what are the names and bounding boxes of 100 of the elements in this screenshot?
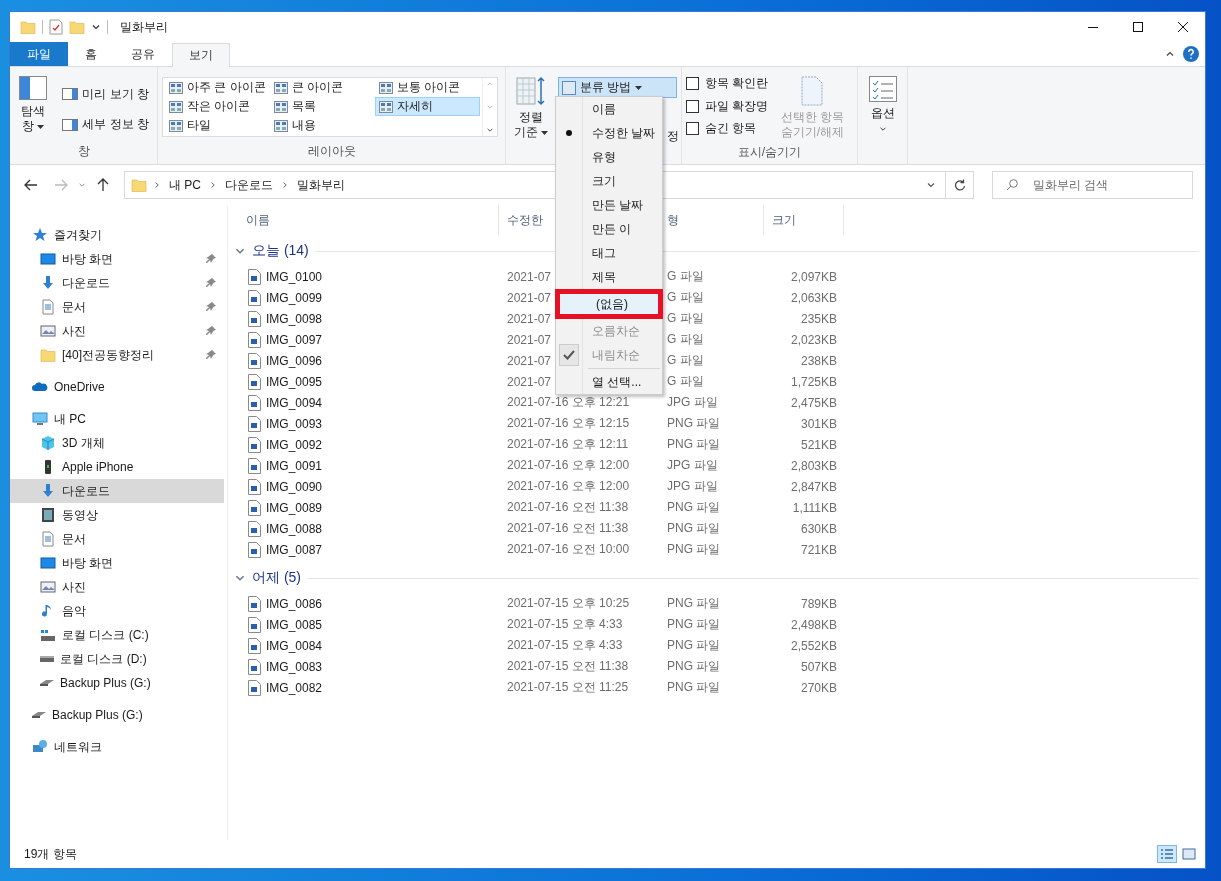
layout-option[interactable]: 아주 큰 아이콘 bbox=[165, 78, 270, 97]
file-name[interactable]: IMG_0090 bbox=[228, 478, 499, 495]
file-name[interactable]: IMG_0086 bbox=[228, 595, 499, 612]
sidebar-item[interactable]: 다운로드 bbox=[10, 271, 224, 295]
breadcrumb[interactable]: 내 PC bbox=[167, 176, 203, 194]
sidebar-item[interactable]: [40]전공동향정리 bbox=[10, 343, 224, 367]
sidebar-item[interactable]: 네트워크 bbox=[10, 735, 224, 759]
column-header[interactable]: 크기 bbox=[764, 205, 844, 235]
layout-option[interactable]: 큰 아이콘 bbox=[270, 78, 375, 97]
file-name[interactable]: IMG_0100 bbox=[228, 268, 499, 285]
sidebar-item[interactable]: Backup Plus (G:) bbox=[10, 671, 224, 695]
layout-option[interactable]: 목록 bbox=[270, 97, 375, 116]
file-name[interactable]: IMG_0097 bbox=[228, 331, 499, 348]
date-cell: 2021-07-16 오전 11:38 bbox=[507, 499, 629, 516]
file-name[interactable]: IMG_0087 bbox=[228, 541, 499, 558]
type-cell: PNG 파일 bbox=[667, 595, 721, 612]
view-toggle-button[interactable] bbox=[1179, 845, 1199, 863]
up-arrow-icon bbox=[97, 178, 109, 192]
sidebar-item[interactable]: 다운로드 bbox=[10, 479, 224, 503]
ribbon-tab[interactable]: 공유 bbox=[114, 42, 172, 66]
type-cell: G 파일 bbox=[667, 373, 704, 390]
sidebar-item[interactable]: 바탕 화면 bbox=[10, 247, 224, 271]
checkbox[interactable]: 파일 확장명 bbox=[686, 97, 769, 115]
layout-option[interactable]: 타일 bbox=[165, 116, 270, 135]
file-name[interactable]: IMG_0085 bbox=[228, 616, 499, 633]
file-name[interactable]: IMG_0083 bbox=[228, 658, 499, 675]
pane-icon bbox=[19, 76, 48, 100]
date-cell: 2021-07 bbox=[507, 290, 552, 305]
group-by-button[interactable]: 분류 방법 bbox=[558, 77, 677, 98]
options-button[interactable]: 옵션 bbox=[862, 73, 903, 136]
breadcrumb[interactable]: 밀화부리 bbox=[295, 176, 347, 194]
menu-item[interactable]: 유형 bbox=[556, 145, 662, 169]
sidebar-item[interactable]: 문서 bbox=[10, 527, 224, 551]
date-cell: 2021-07-16 오전 11:38 bbox=[507, 520, 629, 537]
sidebar-item[interactable]: 로컬 디스크 (D:) bbox=[10, 647, 224, 671]
ribbon-tab[interactable]: 홈 bbox=[68, 42, 114, 66]
back-arrow-icon bbox=[24, 179, 38, 191]
date-cell: 2021-07 bbox=[507, 374, 552, 389]
checkbox[interactable]: 숨긴 항목 bbox=[686, 120, 769, 137]
hidden-file-icon bbox=[801, 76, 824, 106]
layout-option[interactable]: 작은 아이콘 bbox=[165, 97, 270, 116]
group-title[interactable]: 오늘 (14) bbox=[252, 242, 309, 260]
ribbon-tab[interactable]: 보기 bbox=[172, 43, 230, 67]
file-name[interactable]: IMG_0084 bbox=[228, 637, 499, 654]
file-name[interactable]: IMG_0099 bbox=[228, 289, 499, 306]
file-name[interactable]: IMG_0096 bbox=[228, 352, 499, 369]
checkbox[interactable]: 항목 확인란 bbox=[686, 75, 769, 92]
size-cell: 2,023KB bbox=[790, 332, 837, 347]
sidebar-item[interactable]: 문서 bbox=[10, 295, 224, 319]
view-icon bbox=[379, 100, 393, 113]
date-cell: 2021-07 bbox=[507, 332, 552, 347]
menu-item[interactable]: 제목 bbox=[556, 265, 662, 289]
file-name[interactable]: IMG_0088 bbox=[228, 520, 499, 537]
layout-option[interactable]: 자세히 bbox=[375, 97, 480, 116]
breadcrumb[interactable]: 다운로드 bbox=[223, 176, 275, 194]
sidebar-item[interactable]: 사진 bbox=[10, 575, 224, 599]
menu-item[interactable]: 만든 이 bbox=[556, 217, 662, 241]
help-icon[interactable] bbox=[1183, 46, 1199, 62]
options-icon bbox=[868, 76, 897, 102]
file-name[interactable]: IMG_0092 bbox=[228, 436, 499, 453]
date-cell: 2021-07-16 오후 12:15 bbox=[507, 415, 630, 432]
layout-option[interactable]: 내용 bbox=[270, 116, 375, 135]
sidebar-item[interactable]: Apple iPhone bbox=[10, 455, 224, 479]
ribbon-tab[interactable]: 파일 bbox=[10, 42, 68, 66]
navigation-pane-button[interactable]: 탐색 창 bbox=[14, 73, 53, 142]
group-title[interactable]: 어제 (5) bbox=[252, 569, 301, 587]
menu-item[interactable]: 수정한 날짜 bbox=[556, 121, 662, 145]
file-name[interactable]: IMG_0089 bbox=[228, 499, 499, 516]
sidebar-item[interactable]: 즐겨찾기 bbox=[10, 223, 224, 247]
sidebar-item[interactable]: 동영상 bbox=[10, 503, 224, 527]
view-toggle-button[interactable] bbox=[1157, 845, 1177, 863]
menu-item[interactable]: 이름 bbox=[556, 97, 662, 121]
column-header[interactable]: 이름 bbox=[228, 205, 499, 235]
sidebar-item[interactable]: Backup Plus (G:) bbox=[10, 703, 224, 727]
layout-option[interactable]: 보통 아이콘 bbox=[375, 78, 480, 97]
sidebar-item[interactable]: OneDrive bbox=[10, 375, 224, 399]
file-name[interactable]: IMG_0093 bbox=[228, 415, 499, 432]
sort-by-button[interactable]: 정렬 기준 bbox=[510, 73, 552, 164]
menu-item[interactable]: 크기 bbox=[556, 169, 662, 193]
sidebar-item[interactable]: 로컬 디스크 (C:) bbox=[10, 623, 224, 647]
close-icon bbox=[1177, 22, 1188, 32]
pane-button[interactable]: 미리 보기 창 bbox=[58, 83, 153, 105]
search-field[interactable]: 밀화부리 검색 bbox=[992, 171, 1193, 199]
file-name[interactable]: IMG_0098 bbox=[228, 310, 499, 327]
pane-button[interactable]: 세부 정보 창 bbox=[58, 114, 153, 136]
file-name[interactable]: IMG_0091 bbox=[228, 457, 499, 474]
sidebar-item[interactable]: 3D 개체 bbox=[10, 431, 224, 455]
sidebar-item[interactable]: 사진 bbox=[10, 319, 224, 343]
view-icon bbox=[274, 81, 288, 94]
sidebar-item[interactable]: 내 PC bbox=[10, 407, 224, 431]
menu-item[interactable]: (없음) bbox=[555, 289, 663, 319]
menu-item[interactable]: 태그 bbox=[556, 241, 662, 265]
sidebar-item[interactable]: 바탕 화면 bbox=[10, 551, 224, 575]
menu-item[interactable]: 열 선택... bbox=[556, 370, 662, 394]
size-cell: 2,552KB bbox=[790, 638, 837, 653]
file-name[interactable]: IMG_0094 bbox=[228, 394, 499, 411]
file-name[interactable]: IMG_0082 bbox=[228, 679, 499, 696]
sidebar-item[interactable]: 음악 bbox=[10, 599, 224, 623]
properties-icon[interactable] bbox=[49, 19, 63, 35]
file-name[interactable]: IMG_0095 bbox=[228, 373, 499, 390]
